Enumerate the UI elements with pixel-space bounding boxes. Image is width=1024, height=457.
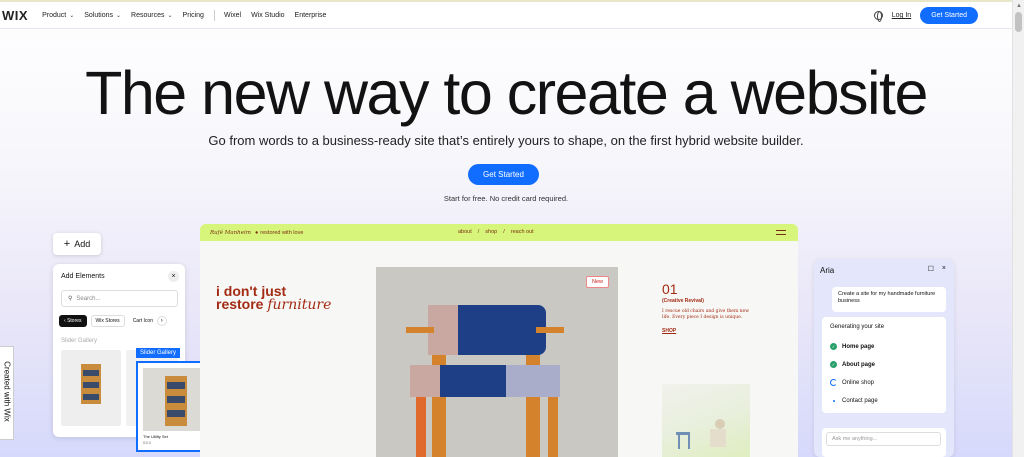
plus-icon: +	[63, 238, 71, 250]
site-link-shop[interactable]: shop	[485, 229, 497, 235]
gallery-preview-thumbnail[interactable]	[61, 350, 121, 426]
chevron-right-icon[interactable]: ›	[156, 316, 167, 326]
chevron-down-icon: ⌄	[167, 12, 173, 19]
chevron-down-icon: ⌄	[69, 12, 75, 19]
site-link-reach-out[interactable]: reach out	[511, 229, 534, 235]
site-preview-nav: Rufé Manheim ● restored with love about …	[200, 224, 798, 241]
nav-product[interactable]: Product ⌄	[42, 12, 74, 19]
top-navigation-bar: WIX Product ⌄ Solutions ⌄ Resources ⌄ Pr…	[0, 0, 1012, 29]
site-preview: Rufé Manheim ● restored with love about …	[200, 224, 798, 457]
slider-gallery-tag: Slider Gallery	[136, 348, 181, 358]
nav-resources-label: Resources	[131, 11, 165, 19]
tab-wix-stores[interactable]: Wix Stores	[90, 315, 125, 327]
site-link-separator: /	[477, 229, 480, 235]
step-home-page: ✓ Home page	[830, 343, 874, 350]
search-icon: ⚲	[68, 296, 73, 302]
collection-subtitle: (Creative Revival)	[662, 298, 704, 304]
scroll-up-arrow-icon[interactable]: ▲	[1016, 3, 1022, 9]
header-actions: Log In Get Started	[873, 7, 978, 24]
collection-description: I rescue old chairs and give them new li…	[662, 309, 750, 320]
workshop-image	[662, 384, 750, 457]
site-tagline: restored with love	[260, 229, 304, 236]
aria-input-container: Ask me anything...	[822, 428, 946, 457]
gallery-item-name: The Utility Set	[143, 434, 168, 439]
hero-title: The new way to create a website	[85, 59, 928, 127]
step-contact-page: Contact page	[830, 397, 878, 404]
site-link-about[interactable]: about	[458, 229, 472, 235]
stacked-stools-image	[81, 364, 101, 404]
nav-solutions[interactable]: Solutions ⌄	[84, 12, 121, 19]
step-label: About page	[842, 361, 875, 368]
wix-logo[interactable]: WIX	[2, 8, 28, 23]
aria-header-actions: ☐ ×	[928, 265, 946, 273]
page-scrollbar[interactable]: ▲	[1012, 0, 1024, 457]
site-heading-line2: restore furniture	[216, 296, 332, 313]
progress-title: Generating your site	[830, 324, 885, 330]
aria-title: Aria	[820, 266, 835, 275]
chair-illustration	[376, 267, 618, 457]
chevron-down-icon: ⌄	[116, 12, 122, 19]
tab-stores[interactable]: ‹ Stores	[59, 315, 87, 327]
site-nav-links: about / shop / reach out	[458, 229, 534, 235]
panel-title: Add Elements	[61, 273, 105, 280]
step-label: Online shop	[842, 379, 875, 386]
check-icon: ✓	[830, 361, 837, 368]
gallery-item-image	[143, 368, 207, 431]
nav-divider	[213, 9, 215, 21]
search-placeholder: Search...	[76, 295, 101, 302]
utility-set-image	[165, 376, 187, 426]
site-heading-italic: furniture	[267, 297, 332, 313]
nav-wix-studio[interactable]: Wix Studio	[251, 12, 284, 19]
elements-search-input[interactable]: ⚲ Search...	[61, 290, 178, 307]
panel-tabs: ‹ Stores Wix Stores Cart Icon ›	[59, 315, 167, 327]
nav-pricing[interactable]: Pricing	[183, 12, 204, 19]
close-icon[interactable]: ×	[168, 271, 179, 282]
collection-number: 01	[662, 281, 678, 297]
chat-icon[interactable]: ☐	[928, 265, 934, 273]
step-label: Home page	[842, 343, 875, 350]
user-message-bubble: Create a site for my handmade furniture …	[832, 287, 946, 312]
loading-spinner-icon	[830, 379, 837, 386]
generation-progress-card: Generating your site ✓ Home page ✓ About…	[822, 317, 946, 413]
nav-wixel[interactable]: Wixel	[224, 12, 241, 19]
aria-chat-input[interactable]: Ask me anything...	[826, 432, 941, 446]
panel-section-title: Slider Gallery	[61, 338, 98, 344]
bullet-icon: ●	[254, 229, 259, 236]
created-with-wix-badge[interactable]: Created with Wix	[0, 346, 14, 440]
nav-solutions-label: Solutions	[84, 11, 114, 19]
tab-stores-label: Stores	[67, 318, 82, 324]
aria-assistant-panel: Aria ☐ × Create a site for my handmade f…	[814, 259, 954, 457]
nav-resources[interactable]: Resources ⌄	[131, 12, 173, 19]
shop-link[interactable]: SHOP	[662, 328, 676, 334]
hero-subtitle: Go from words to a business-ready site t…	[208, 133, 804, 148]
hero-note: Start for free. No credit card required.	[443, 194, 569, 203]
nav-product-label: Product	[42, 11, 67, 19]
chair-hero-image	[376, 267, 618, 457]
login-link[interactable]: Log In	[892, 12, 911, 19]
close-icon[interactable]: ×	[942, 265, 946, 273]
gallery-item-price: $318	[143, 441, 151, 445]
get-started-hero-button[interactable]: Get Started	[468, 164, 539, 185]
site-link-separator: /	[503, 229, 505, 235]
check-icon: ✓	[830, 343, 837, 350]
nav-enterprise[interactable]: Enterprise	[295, 12, 327, 19]
tab-cart-icon[interactable]: Cart Icon	[129, 316, 153, 326]
add-elements-button[interactable]: + Add	[53, 233, 101, 255]
site-logo: Rufé Manheim	[210, 229, 251, 236]
created-with-wix-label: Created with Wix	[2, 361, 12, 422]
step-about-page: ✓ About page	[830, 361, 875, 368]
craftsman-figure	[676, 419, 726, 449]
menu-icon[interactable]	[776, 230, 786, 235]
add-label: Add	[74, 239, 91, 249]
gallery-item[interactable]: The Utility Set $318	[143, 368, 207, 445]
step-label: Contact page	[842, 397, 878, 404]
get-started-header-button[interactable]: Get Started	[920, 7, 978, 24]
pending-dot-icon	[830, 397, 837, 404]
step-online-shop: Online shop	[830, 379, 874, 386]
site-heading-bold: restore	[216, 296, 264, 312]
globe-icon[interactable]	[873, 11, 883, 22]
new-badge: New	[586, 276, 610, 288]
site-heading: i don't just restore furniture	[216, 284, 332, 313]
scrollbar-thumb[interactable]	[1015, 12, 1022, 32]
